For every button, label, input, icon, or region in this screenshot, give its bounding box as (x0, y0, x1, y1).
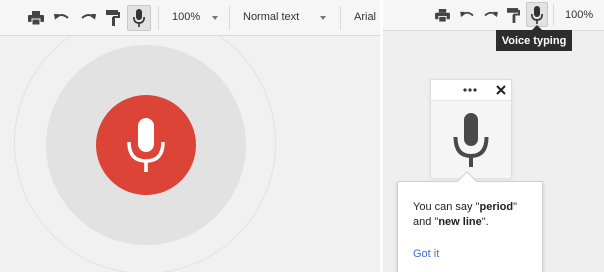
font-select[interactable]: Arial (354, 11, 376, 23)
voice-typing-mic-button[interactable] (96, 95, 196, 195)
paint-format-icon (106, 10, 120, 26)
print-icon (434, 8, 450, 22)
undo-button[interactable] (52, 8, 72, 28)
redo-button[interactable] (78, 8, 98, 28)
microphone-icon (531, 5, 543, 24)
toolbar-separator (553, 4, 554, 26)
keyword-new-line: new line (438, 216, 482, 228)
help-message: You can say "period" and "new line". (413, 200, 538, 230)
zoom-select[interactable]: 100% (565, 9, 593, 21)
widget-header (431, 80, 511, 100)
paint-format-icon (506, 7, 520, 23)
keyword-period: period (479, 201, 514, 213)
zoom-select[interactable]: 100% (172, 11, 200, 23)
toolbar-separator (340, 6, 341, 30)
redo-icon (483, 11, 498, 17)
chevron-down-icon (212, 16, 218, 20)
help-text: " (513, 201, 518, 213)
widget-mic-button[interactable] (431, 100, 511, 178)
print-button[interactable] (432, 5, 452, 25)
undo-icon (54, 14, 69, 20)
got-it-link[interactable]: Got it (413, 248, 439, 260)
voice-typing-intro-view: 100% Voice typing You can say "period" a… (383, 0, 604, 272)
print-button[interactable] (26, 8, 46, 28)
toolbar-separator (229, 6, 230, 30)
more-icon (463, 88, 477, 92)
close-icon (496, 85, 506, 95)
paint-format-button[interactable] (103, 8, 123, 28)
redo-icon (81, 14, 96, 20)
help-text: You can say " (413, 201, 480, 213)
undo-button[interactable] (457, 5, 477, 25)
chevron-down-icon (320, 16, 326, 20)
close-button[interactable] (492, 81, 510, 99)
voice-typing-listening-view: 100% Normal text Arial (0, 0, 380, 272)
undo-icon (459, 11, 474, 17)
microphone-icon (453, 112, 489, 167)
docs-toolbar: 100% Normal text Arial (0, 0, 380, 36)
help-text: ". (481, 216, 489, 228)
print-icon (28, 11, 44, 25)
voice-typing-tooltip: Voice typing (496, 30, 572, 51)
toolbar-separator (158, 6, 159, 30)
voice-typing-widget (430, 79, 512, 178)
microphone-icon (127, 118, 165, 172)
voice-typing-help-popup: You can say "period" and "new line". Got… (397, 181, 543, 272)
voice-typing-button[interactable] (526, 2, 548, 27)
docs-toolbar: 100% (383, 0, 604, 31)
paragraph-style-select[interactable]: Normal text (243, 11, 299, 23)
help-text: and " (413, 216, 439, 228)
redo-button[interactable] (480, 5, 500, 25)
paint-format-button[interactable] (503, 5, 523, 25)
microphone-icon (133, 9, 145, 27)
more-options-button[interactable] (461, 81, 479, 99)
voice-typing-button[interactable] (127, 5, 151, 31)
